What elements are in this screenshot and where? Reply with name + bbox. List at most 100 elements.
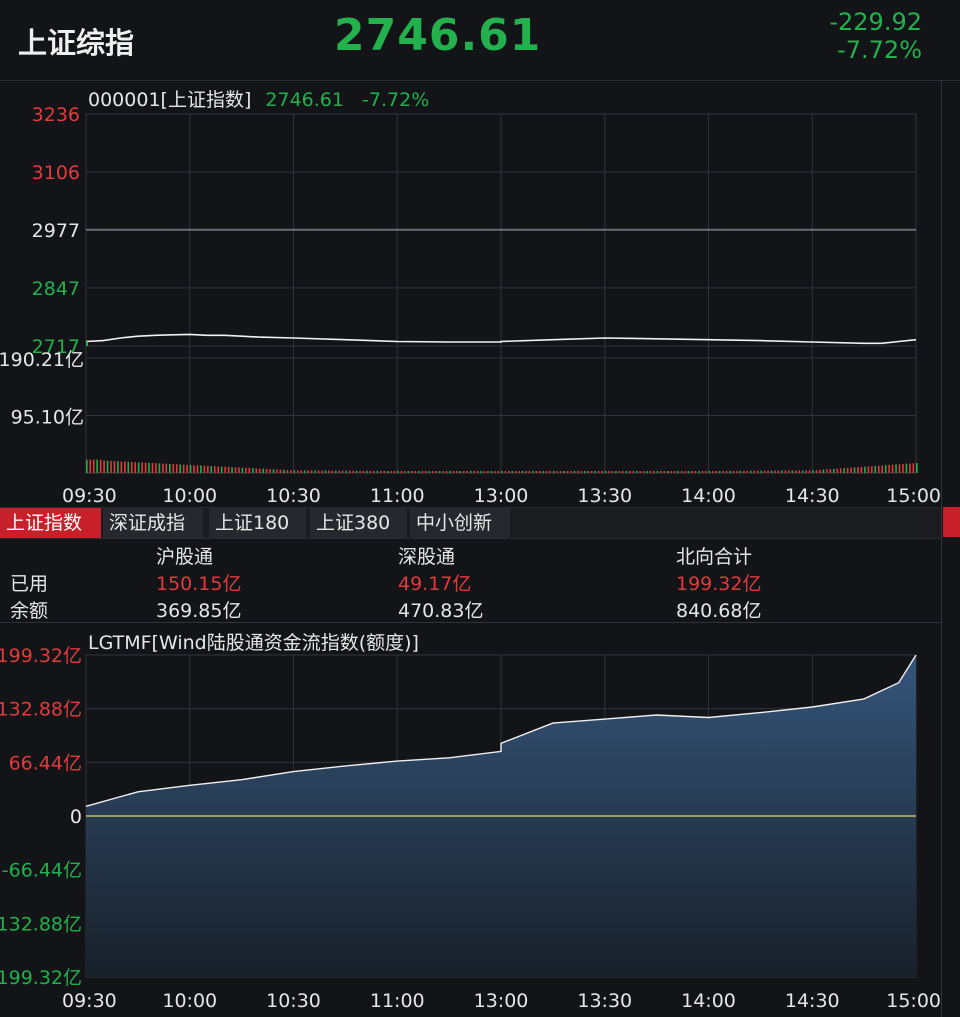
- flow-x-tick-label: 10:30: [266, 990, 321, 1012]
- volume-bar: [507, 470, 510, 473]
- price-x-ticks: 09:30 10:00 10:30 11:00 13:00 13:30 14:00 14:30…: [62, 485, 941, 507]
- volume-bar: [265, 468, 268, 473]
- tab-sh380[interactable]: 上证380: [310, 508, 408, 538]
- volume-bar: [217, 466, 220, 473]
- capital-flow-chart[interactable]: 199.32亿 132.88亿 66.44亿 0 -66.44亿 132.88亿 199.3…: [0, 640, 941, 1017]
- row-label-used: 已用: [10, 573, 49, 595]
- volume-bar: [649, 470, 652, 473]
- volume-bar: [462, 470, 465, 473]
- volume-bar: [770, 470, 773, 473]
- volume-bar: [144, 462, 147, 473]
- volume-bar: [545, 470, 548, 473]
- volume-bar: [604, 470, 607, 473]
- price-x-tick-label: 13:00: [474, 485, 529, 507]
- volume-bar: [909, 463, 911, 473]
- price-x-tick-label: 14:00: [681, 485, 736, 507]
- volume-bar: [750, 470, 752, 473]
- volume-bar: [673, 470, 676, 473]
- volume-bar: [570, 470, 572, 473]
- volume-bar: [850, 467, 852, 473]
- price-y-ticks: 32363106297728472717: [32, 104, 80, 358]
- volume-bar: [366, 470, 368, 473]
- volume-bar: [635, 470, 638, 473]
- price-volume-chart[interactable]: 32363106297728472717 190.21亿95.10亿 09:30…: [0, 100, 941, 507]
- volume-bar: [725, 470, 728, 473]
- volume-bar: [231, 467, 233, 473]
- volume-bar: [490, 470, 493, 473]
- volume-bar: [141, 462, 143, 473]
- volume-bar: [227, 466, 230, 473]
- volume-bar: [404, 470, 406, 473]
- volume-bar: [255, 468, 258, 473]
- volume-bar: [137, 462, 140, 473]
- volume-bar: [376, 470, 379, 473]
- tab-sh180[interactable]: 上证180: [209, 508, 307, 538]
- volume-bar: [539, 470, 541, 473]
- tab-sz-component[interactable]: 深证成指: [103, 508, 204, 538]
- volume-bar: [812, 470, 814, 473]
- volume-bar: [584, 470, 586, 473]
- volume-bar: [424, 470, 427, 473]
- flow-y-tick-label: 132.88亿: [0, 913, 82, 935]
- volume-bar: [504, 470, 507, 473]
- col-northbound-total: 北向合计: [676, 546, 753, 568]
- flow-y-tick-label: 0: [70, 806, 82, 828]
- volume-bar: [113, 461, 116, 473]
- volume-bar: [839, 468, 842, 473]
- volume-bar: [895, 464, 897, 473]
- volume-bar: [739, 470, 742, 473]
- volume-bar: [483, 470, 486, 473]
- volume-bar: [525, 470, 527, 473]
- flow-y-tick-label: 199.32亿: [0, 967, 82, 989]
- volume-bar: [248, 468, 251, 473]
- price-y-tick-label: 3106: [32, 162, 80, 184]
- volume-bar: [573, 470, 576, 473]
- volume-bar: [701, 470, 704, 473]
- volume-bar: [421, 470, 424, 473]
- volume-bar: [473, 470, 475, 473]
- volume-bar: [808, 470, 811, 473]
- volume-bar: [151, 463, 154, 473]
- volume-bar: [92, 459, 95, 473]
- balance-total: 840.68亿: [676, 600, 762, 622]
- volume-bar: [549, 470, 552, 473]
- volume-bar: [794, 470, 797, 473]
- volume-bar: [511, 470, 513, 473]
- volume-bar: [670, 470, 673, 473]
- volume-y-ticks: 190.21亿 95.10亿: [0, 349, 84, 429]
- right-panel-tab[interactable]: [943, 507, 960, 537]
- volume-y-tick-label: 190.21亿: [0, 349, 84, 371]
- volume-bar: [891, 464, 894, 473]
- volume-bar: [767, 470, 769, 473]
- volume-bar: [871, 466, 873, 473]
- volume-bar: [566, 470, 569, 473]
- used-total: 199.32亿: [676, 573, 762, 595]
- volume-bar: [784, 470, 787, 473]
- tab-sh-index[interactable]: 上证指数: [0, 508, 102, 538]
- volume-bar: [753, 470, 756, 473]
- volume-bar: [864, 466, 866, 473]
- volume-bar: [628, 470, 631, 473]
- volume-bar: [680, 470, 683, 473]
- volume-bar: [756, 470, 759, 473]
- volume-bar: [238, 467, 240, 473]
- volume-bar: [542, 470, 545, 473]
- volume-bar: [355, 470, 358, 473]
- price-y-tick-label: 2847: [32, 278, 80, 300]
- volume-bar: [494, 470, 496, 473]
- flow-x-tick-label: 13:30: [577, 990, 632, 1012]
- flow-y-ticks: 199.32亿 132.88亿 66.44亿 0 -66.44亿 132.88亿 199.3…: [0, 645, 82, 989]
- volume-bar: [196, 465, 199, 473]
- volume-bar: [711, 470, 714, 473]
- volume-bar: [379, 470, 382, 473]
- flow-y-tick-label: 199.32亿: [0, 645, 82, 667]
- tab-sme-innovation[interactable]: 中小创新: [410, 508, 511, 538]
- index-name: 上证综指: [18, 26, 135, 60]
- volume-bar: [912, 463, 915, 473]
- volume-bar: [449, 470, 451, 473]
- volume-bar: [331, 470, 334, 473]
- volume-bar: [660, 470, 662, 473]
- volume-bar: [220, 466, 223, 473]
- index-tabs: 上证指数 深证成指 上证180 上证380 中小创新: [0, 507, 941, 539]
- volume-bar: [400, 470, 403, 473]
